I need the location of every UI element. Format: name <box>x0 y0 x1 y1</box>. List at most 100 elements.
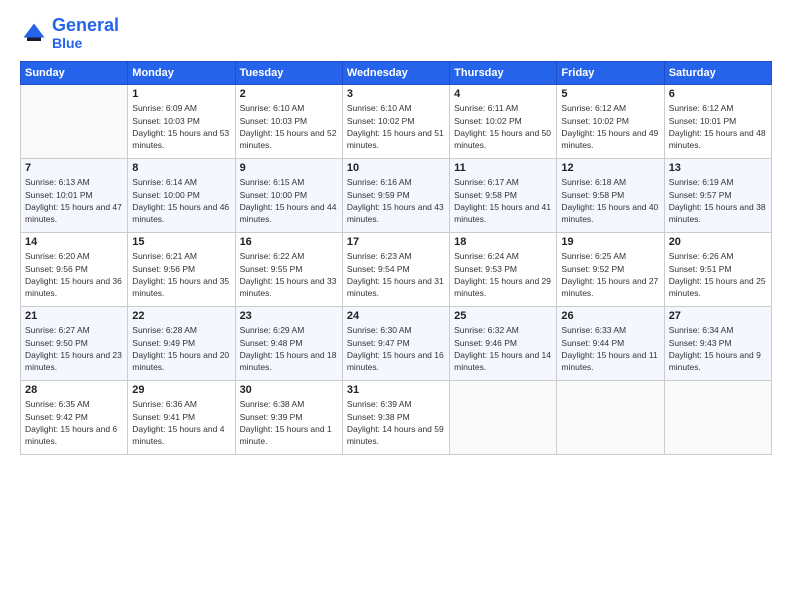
day-number: 18 <box>454 236 552 248</box>
weekday-tuesday: Tuesday <box>235 62 342 85</box>
day-info: Sunrise: 6:38 AMSunset: 9:39 PMDaylight:… <box>240 398 338 447</box>
day-number: 9 <box>240 162 338 174</box>
calendar-body: 1Sunrise: 6:09 AMSunset: 10:03 PMDayligh… <box>21 85 772 455</box>
calendar-cell: 28 Sunrise: 6:35 AMSunset: 9:42 PMDayligh… <box>21 381 128 455</box>
day-info: Sunrise: 6:36 AMSunset: 9:41 PMDaylight:… <box>132 398 230 447</box>
day-info: Sunrise: 6:10 AMSunset: 10:03 PMDaylight… <box>240 102 338 151</box>
weekday-header-row: SundayMondayTuesdayWednesdayThursdayFrid… <box>21 62 772 85</box>
day-number: 27 <box>669 310 767 322</box>
day-number: 16 <box>240 236 338 248</box>
day-number: 2 <box>240 88 338 100</box>
day-info: Sunrise: 6:28 AMSunset: 9:49 PMDaylight:… <box>132 324 230 373</box>
calendar-cell: 12Sunrise: 6:18 AMSunset: 9:58 PMDayligh… <box>557 159 664 233</box>
weekday-friday: Friday <box>557 62 664 85</box>
calendar-cell: 1Sunrise: 6:09 AMSunset: 10:03 PMDayligh… <box>128 85 235 159</box>
day-number: 12 <box>561 162 659 174</box>
day-number: 13 <box>669 162 767 174</box>
calendar-cell: 14 Sunrise: 6:20 AMSunset: 9:56 PMDayligh… <box>21 233 128 307</box>
day-number: 22 <box>132 310 230 322</box>
calendar-cell <box>664 381 771 455</box>
calendar-cell: 20 Sunrise: 6:26 AMSunset: 9:51 PMDayligh… <box>664 233 771 307</box>
week-row-4: 21 Sunrise: 6:27 AMSunset: 9:50 PMDayligh… <box>21 307 772 381</box>
day-number: 19 <box>561 236 659 248</box>
day-number: 30 <box>240 384 338 396</box>
calendar-cell: 15 Sunrise: 6:21 AMSunset: 9:56 PMDayligh… <box>128 233 235 307</box>
day-info: Sunrise: 6:14 AMSunset: 10:00 PMDaylight… <box>132 176 230 225</box>
calendar-cell: 7 Sunrise: 6:13 AMSunset: 10:01 PMDayligh… <box>21 159 128 233</box>
day-number: 20 <box>669 236 767 248</box>
day-number: 5 <box>561 88 659 100</box>
day-number: 23 <box>240 310 338 322</box>
day-number: 15 <box>132 236 230 248</box>
day-info: Sunrise: 6:12 AMSunset: 10:02 PMDaylight… <box>561 102 659 151</box>
day-info: Sunrise: 6:32 AMSunset: 9:46 PMDaylight:… <box>454 324 552 373</box>
day-info: Sunrise: 6:22 AMSunset: 9:55 PMDaylight:… <box>240 250 338 299</box>
day-info: Sunrise: 6:09 AMSunset: 10:03 PMDaylight… <box>132 102 230 151</box>
calendar-cell: 11 Sunrise: 6:17 AMSunset: 9:58 PMDayligh… <box>450 159 557 233</box>
day-number: 3 <box>347 88 445 100</box>
calendar-cell: 17 Sunrise: 6:23 AMSunset: 9:54 PMDayligh… <box>342 233 449 307</box>
page: General Blue SundayMondayTuesdayWednesda… <box>0 0 792 612</box>
calendar-cell: 6Sunrise: 6:12 AMSunset: 10:01 PMDayligh… <box>664 85 771 159</box>
day-info: Sunrise: 6:23 AMSunset: 9:54 PMDaylight:… <box>347 250 445 299</box>
day-number: 11 <box>454 162 552 174</box>
day-info: Sunrise: 6:20 AMSunset: 9:56 PMDaylight:… <box>25 250 123 299</box>
calendar-cell: 3 Sunrise: 6:10 AMSunset: 10:02 PMDayligh… <box>342 85 449 159</box>
week-row-5: 28 Sunrise: 6:35 AMSunset: 9:42 PMDayligh… <box>21 381 772 455</box>
day-info: Sunrise: 6:29 AMSunset: 9:48 PMDaylight:… <box>240 324 338 373</box>
day-info: Sunrise: 6:39 AMSunset: 9:38 PMDaylight:… <box>347 398 445 447</box>
day-number: 10 <box>347 162 445 174</box>
day-info: Sunrise: 6:30 AMSunset: 9:47 PMDaylight:… <box>347 324 445 373</box>
day-info: Sunrise: 6:10 AMSunset: 10:02 PMDaylight… <box>347 102 445 151</box>
weekday-monday: Monday <box>128 62 235 85</box>
calendar-cell: 30 Sunrise: 6:38 AMSunset: 9:39 PMDayligh… <box>235 381 342 455</box>
calendar-cell: 16 Sunrise: 6:22 AMSunset: 9:55 PMDayligh… <box>235 233 342 307</box>
day-number: 8 <box>132 162 230 174</box>
day-info: Sunrise: 6:26 AMSunset: 9:51 PMDaylight:… <box>669 250 767 299</box>
header: General Blue <box>20 16 772 51</box>
weekday-saturday: Saturday <box>664 62 771 85</box>
day-number: 7 <box>25 162 123 174</box>
logo-icon <box>20 20 48 48</box>
day-info: Sunrise: 6:35 AMSunset: 9:42 PMDaylight:… <box>25 398 123 447</box>
day-number: 26 <box>561 310 659 322</box>
day-number: 14 <box>25 236 123 248</box>
calendar-cell: 9 Sunrise: 6:15 AMSunset: 10:00 PMDayligh… <box>235 159 342 233</box>
calendar-cell: 19Sunrise: 6:25 AMSunset: 9:52 PMDayligh… <box>557 233 664 307</box>
calendar-cell <box>450 381 557 455</box>
weekday-thursday: Thursday <box>450 62 557 85</box>
day-number: 21 <box>25 310 123 322</box>
calendar-cell: 21 Sunrise: 6:27 AMSunset: 9:50 PMDayligh… <box>21 307 128 381</box>
calendar-cell: 24 Sunrise: 6:30 AMSunset: 9:47 PMDayligh… <box>342 307 449 381</box>
day-number: 25 <box>454 310 552 322</box>
weekday-sunday: Sunday <box>21 62 128 85</box>
calendar-cell: 4Sunrise: 6:11 AMSunset: 10:02 PMDayligh… <box>450 85 557 159</box>
calendar-cell: 18 Sunrise: 6:24 AMSunset: 9:53 PMDayligh… <box>450 233 557 307</box>
day-number: 17 <box>347 236 445 248</box>
calendar-table: SundayMondayTuesdayWednesdayThursdayFrid… <box>20 61 772 455</box>
day-number: 24 <box>347 310 445 322</box>
calendar-cell <box>557 381 664 455</box>
day-info: Sunrise: 6:27 AMSunset: 9:50 PMDaylight:… <box>25 324 123 373</box>
calendar-cell: 27Sunrise: 6:34 AMSunset: 9:43 PMDayligh… <box>664 307 771 381</box>
day-number: 4 <box>454 88 552 100</box>
day-number: 28 <box>25 384 123 396</box>
calendar-cell <box>21 85 128 159</box>
week-row-2: 7 Sunrise: 6:13 AMSunset: 10:01 PMDayligh… <box>21 159 772 233</box>
calendar-cell: 13 Sunrise: 6:19 AMSunset: 9:57 PMDayligh… <box>664 159 771 233</box>
day-info: Sunrise: 6:17 AMSunset: 9:58 PMDaylight:… <box>454 176 552 225</box>
calendar-cell: 10Sunrise: 6:16 AMSunset: 9:59 PMDayligh… <box>342 159 449 233</box>
calendar-cell: 26 Sunrise: 6:33 AMSunset: 9:44 PMDayligh… <box>557 307 664 381</box>
day-info: Sunrise: 6:33 AMSunset: 9:44 PMDaylight:… <box>561 324 659 373</box>
day-info: Sunrise: 6:21 AMSunset: 9:56 PMDaylight:… <box>132 250 230 299</box>
week-row-1: 1Sunrise: 6:09 AMSunset: 10:03 PMDayligh… <box>21 85 772 159</box>
day-info: Sunrise: 6:19 AMSunset: 9:57 PMDaylight:… <box>669 176 767 225</box>
calendar-cell: 25 Sunrise: 6:32 AMSunset: 9:46 PMDayligh… <box>450 307 557 381</box>
calendar-cell: 31 Sunrise: 6:39 AMSunset: 9:38 PMDayligh… <box>342 381 449 455</box>
day-info: Sunrise: 6:15 AMSunset: 10:00 PMDaylight… <box>240 176 338 225</box>
day-info: Sunrise: 6:24 AMSunset: 9:53 PMDaylight:… <box>454 250 552 299</box>
day-number: 31 <box>347 384 445 396</box>
day-info: Sunrise: 6:13 AMSunset: 10:01 PMDaylight… <box>25 176 123 225</box>
day-info: Sunrise: 6:12 AMSunset: 10:01 PMDaylight… <box>669 102 767 151</box>
calendar-cell: 23 Sunrise: 6:29 AMSunset: 9:48 PMDayligh… <box>235 307 342 381</box>
